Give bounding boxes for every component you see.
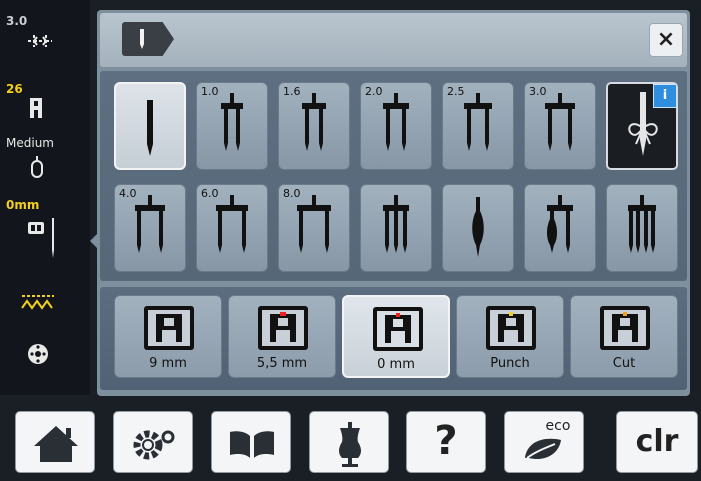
help-button[interactable]: ?	[406, 411, 486, 473]
needle-twin-1-6-button[interactable]: 1.6	[278, 82, 350, 170]
needle-twin-3-0-button[interactable]: 3.0	[524, 82, 596, 170]
threading-info-button[interactable]: i	[606, 82, 678, 170]
presser-foot-punch-icon	[486, 306, 536, 350]
foot-position-label: 5,5 mm	[256, 356, 308, 371]
foot-position-label: Cut	[612, 356, 636, 371]
needle-stop-positions: 9 mm 5,5 mm 0 mm Punch Cut	[100, 287, 687, 390]
info-icon: i	[653, 84, 677, 108]
home-icon	[34, 426, 78, 462]
needle-double-wing-button[interactable]	[524, 184, 596, 272]
clear-label: clr	[635, 424, 679, 459]
eco-label: eco	[545, 418, 571, 434]
needle-twin-2-0-button[interactable]: 2.0	[360, 82, 432, 170]
book-icon	[230, 431, 274, 458]
stitch-width-icon	[28, 35, 52, 47]
needle-icon	[140, 29, 144, 49]
bobbin-icon	[28, 344, 48, 364]
stitch-width-status[interactable]: 3.0	[6, 14, 86, 60]
help-icon: ?	[434, 418, 458, 464]
twin-needle-icon	[545, 93, 575, 151]
clear-button[interactable]: clr	[616, 411, 698, 473]
needle-quadruple-button[interactable]	[606, 184, 678, 272]
twin-needle-icon	[216, 195, 248, 253]
foot-position-label: 9 mm	[149, 356, 187, 371]
twin-needle-icon	[135, 195, 165, 253]
quadruple-needle-icon	[628, 195, 656, 253]
needle-position-status[interactable]: 0mm	[6, 198, 86, 264]
needle-position-value: 0mm	[6, 198, 40, 212]
needle-triple-button[interactable]	[360, 184, 432, 272]
wing-needle-icon	[472, 197, 484, 257]
pressure-dial-icon	[31, 156, 43, 178]
zigzag-stitch-icon	[21, 295, 54, 310]
stitch-width-value: 3.0	[6, 14, 28, 28]
gear-icon	[133, 430, 175, 460]
presser-foot-5-5mm-icon	[258, 306, 308, 350]
stitch-type-status[interactable]	[6, 288, 86, 318]
needle-twin-2-5-button[interactable]: 2.5	[442, 82, 514, 170]
foot-position-cut-button[interactable]: Cut	[570, 295, 678, 378]
presser-foot-9mm-icon	[144, 306, 194, 350]
twin-needle-icon	[464, 93, 492, 151]
title-bar: ×	[100, 13, 687, 67]
twin-needle-icon	[221, 93, 243, 151]
needle-twin-1-0-button[interactable]: 1.0	[196, 82, 268, 170]
tutorial-button[interactable]	[211, 411, 291, 473]
foot-pressure-status[interactable]: Medium	[6, 136, 86, 190]
status-column: 3.0 26 Medium 0mm	[0, 0, 90, 395]
needle-tab[interactable]	[122, 22, 174, 56]
twin-needle-icon	[297, 195, 331, 253]
foot-position-9mm-button[interactable]: 9 mm	[114, 295, 222, 378]
presser-foot-status[interactable]: 26	[6, 82, 86, 126]
bobbin-status[interactable]	[6, 336, 86, 376]
needle-twin-4-0-button[interactable]: 4.0	[114, 184, 186, 272]
home-button[interactable]	[15, 411, 95, 473]
twin-needle-icon	[302, 93, 326, 151]
needle-selection-panel: × 1.0 1.6 2.0 2.5 3.0 i 4.0 6.0 8.0 9 mm…	[97, 10, 690, 396]
needle-position-icon	[28, 218, 54, 258]
presser-foot-0mm-icon	[373, 307, 423, 351]
selection-pointer-icon	[90, 232, 99, 250]
foot-position-label: 0 mm	[377, 357, 415, 372]
needle-twin-8-0-button[interactable]: 8.0	[278, 184, 350, 272]
needle-wing-button[interactable]	[442, 184, 514, 272]
foot-position-0mm-button[interactable]: 0 mm	[342, 295, 450, 378]
foot-pressure-value: Medium	[6, 136, 54, 150]
presser-foot-icon	[30, 98, 42, 118]
needle-single-button[interactable]	[114, 82, 186, 170]
foot-position-label: Punch	[490, 356, 530, 371]
presser-foot-value: 26	[6, 82, 23, 96]
needle-twin-6-0-button[interactable]: 6.0	[196, 184, 268, 272]
presser-foot-cut-icon	[600, 306, 650, 350]
sewing-machine-screen: 3.0 26 Medium 0mm × 1.0 1.6 2.0 2.5 3.0 …	[0, 0, 701, 481]
setup-button[interactable]	[113, 411, 193, 473]
sewing-consultant-button[interactable]	[309, 411, 389, 473]
double-wing-needle-icon	[547, 195, 573, 253]
twin-needle-icon	[383, 93, 409, 151]
single-needle-icon	[147, 100, 153, 156]
eco-button[interactable]: eco	[504, 411, 584, 473]
close-button[interactable]: ×	[649, 23, 683, 57]
needle-grid: 1.0 1.6 2.0 2.5 3.0 i 4.0 6.0 8.0	[100, 71, 687, 281]
foot-position-5-5mm-button[interactable]: 5,5 mm	[228, 295, 336, 378]
foot-position-punch-button[interactable]: Punch	[456, 295, 564, 378]
dress-form-icon	[339, 422, 361, 467]
triple-needle-icon	[383, 195, 409, 253]
